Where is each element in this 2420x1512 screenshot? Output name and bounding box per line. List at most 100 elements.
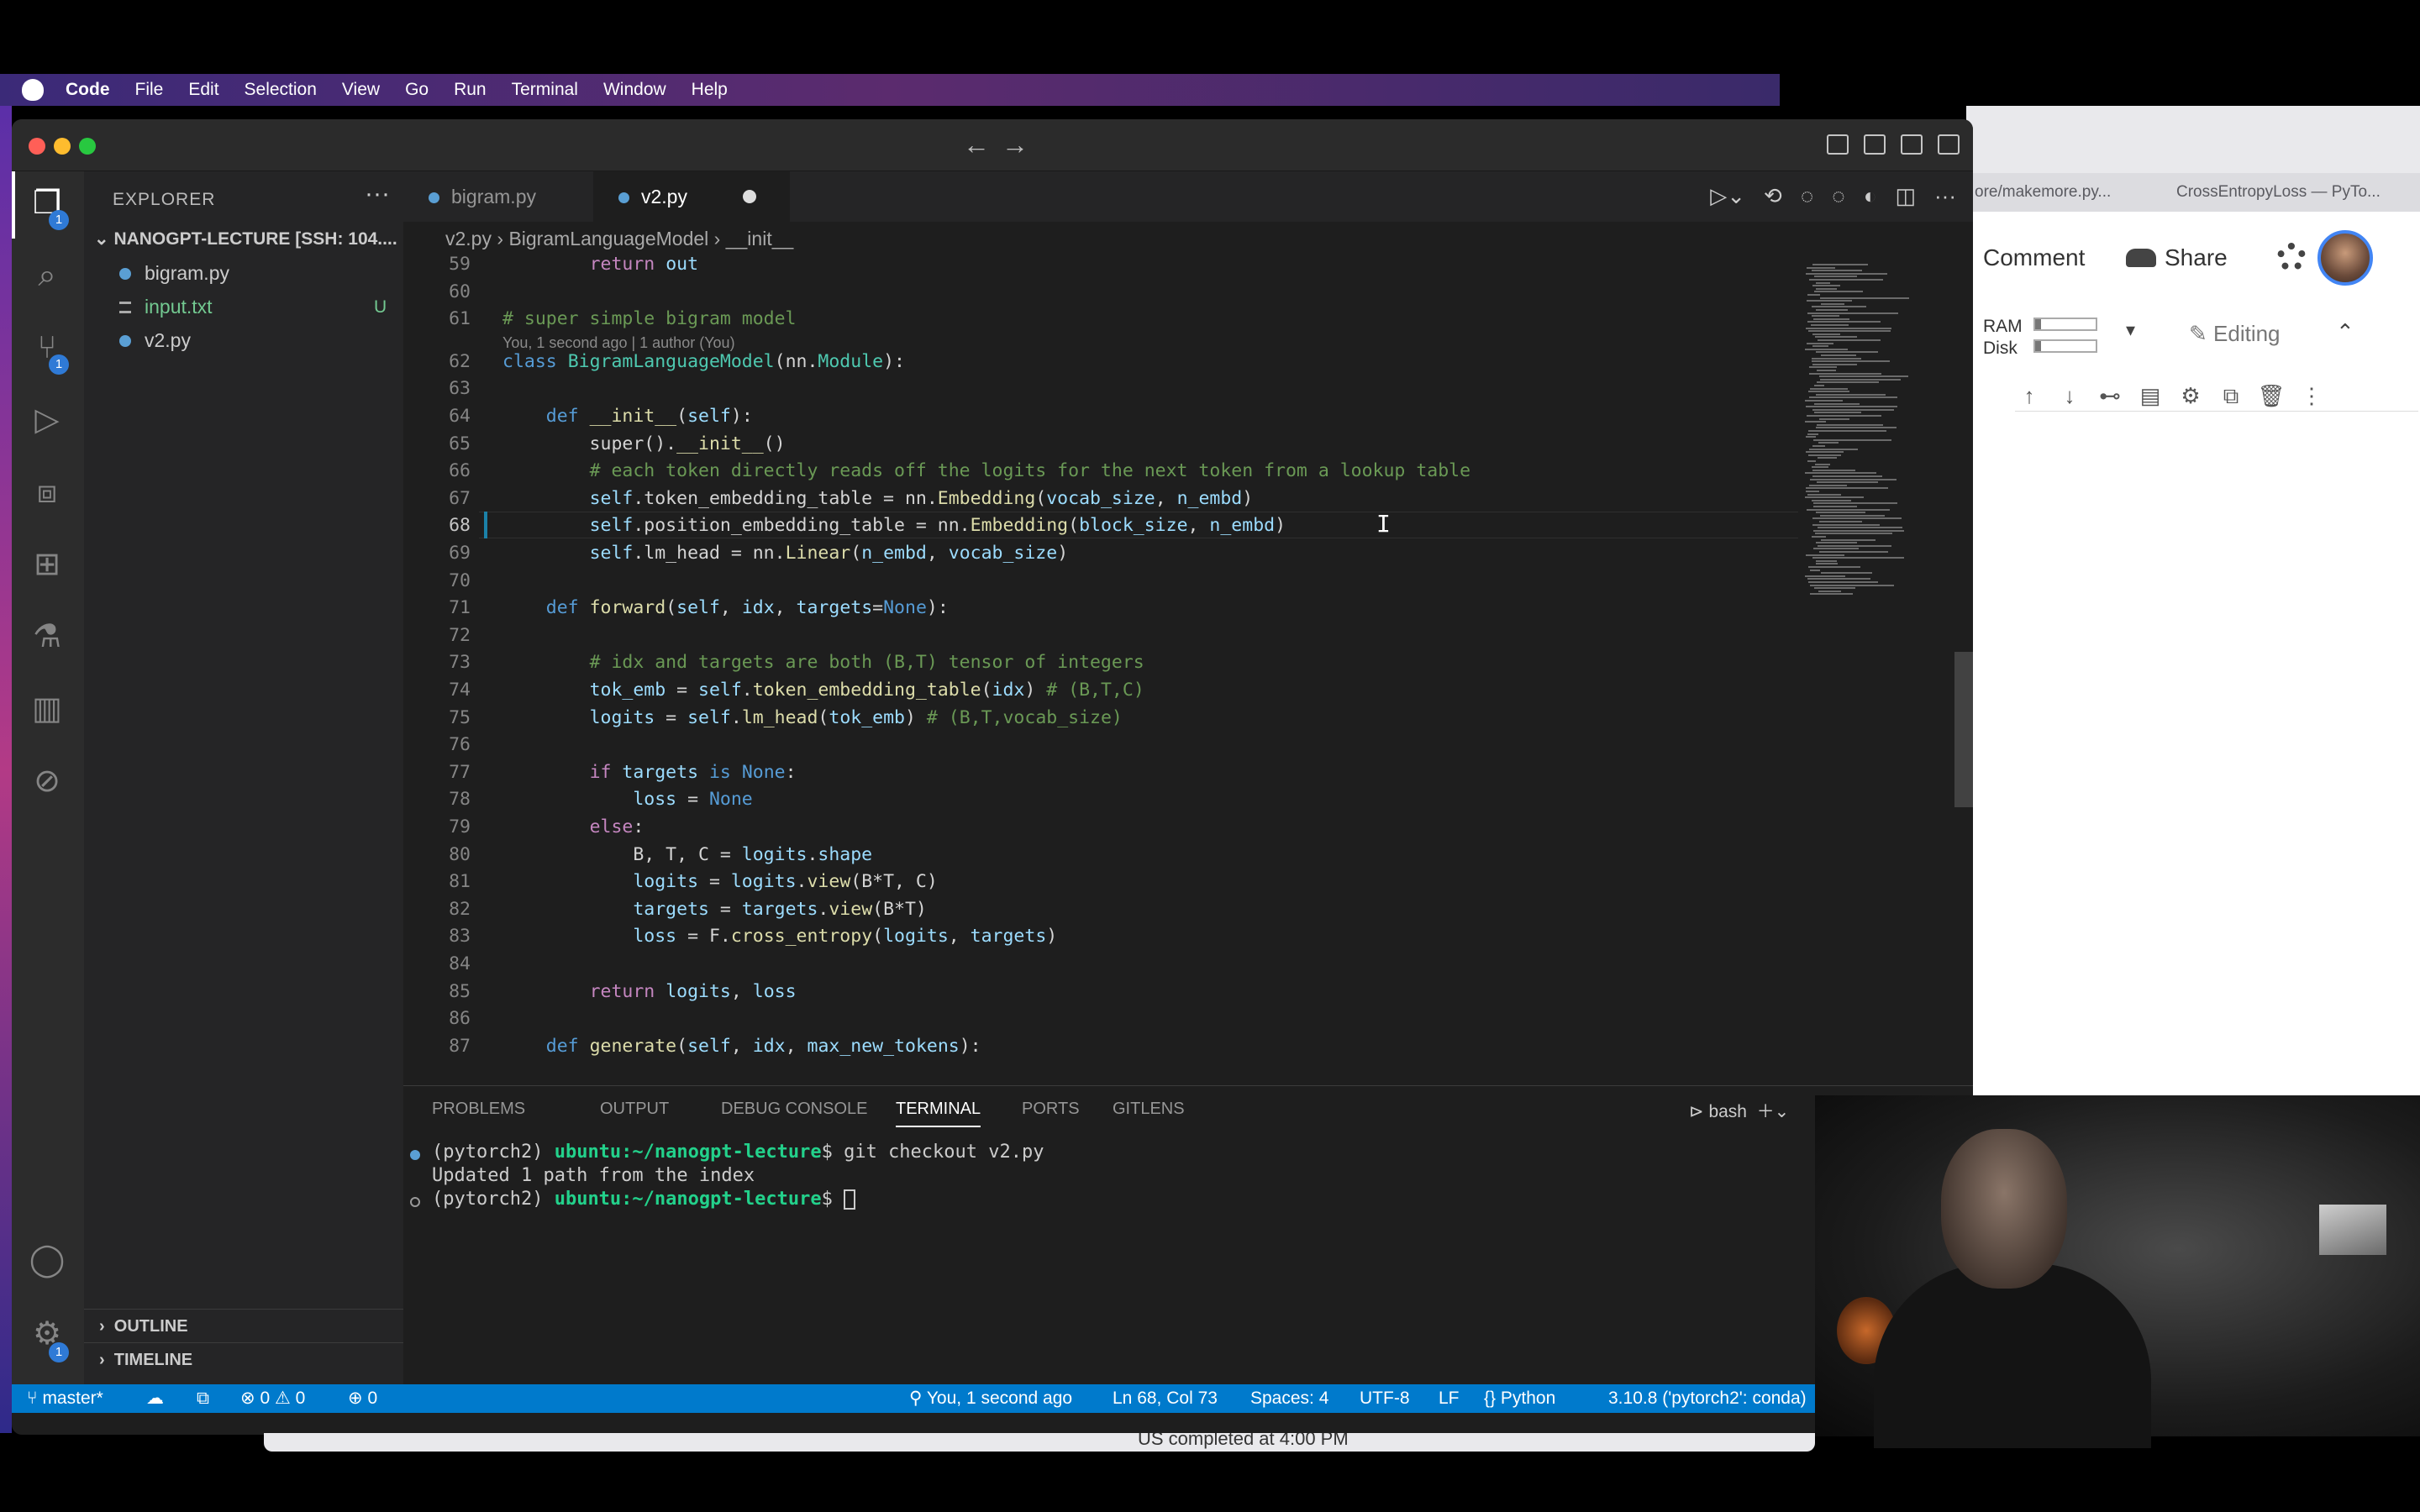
toggle-sidebar-icon[interactable] — [1827, 134, 1849, 155]
language-mode[interactable]: {} Python — [1484, 1384, 1555, 1413]
more-actions-icon[interactable]: ··· — [365, 180, 390, 208]
tab-problems[interactable]: PROBLEMS — [432, 1100, 525, 1119]
customize-layout-icon[interactable] — [1938, 134, 1960, 155]
code-line[interactable]: self.token_embedding_table = nn.Embeddin… — [502, 488, 1254, 509]
search-icon[interactable]: ⌕ — [27, 255, 67, 296]
git-branch[interactable]: ⑂ master* — [27, 1384, 103, 1413]
unsaved-dot-icon[interactable] — [743, 190, 756, 203]
tab-debug-console[interactable]: DEBUG CONSOLE — [721, 1100, 867, 1119]
code-line[interactable]: logits = self.lm_head(tok_emb) # (B,T,vo… — [502, 707, 1123, 728]
gitlens-icon[interactable]: ⊘ — [27, 761, 67, 801]
delete-icon[interactable]: 🗑 — [2257, 384, 2286, 407]
code-line[interactable]: self.position_embedding_table = nn.Embed… — [502, 515, 1286, 536]
settings-gear-icon[interactable] — [2277, 243, 2306, 271]
code-line[interactable]: self.lm_head = nn.Linear(n_embd, vocab_s… — [502, 543, 1069, 564]
account-icon[interactable]: ◯ — [27, 1240, 67, 1280]
file-bigram-py[interactable]: bigram.py — [119, 262, 229, 285]
zoom-window-icon[interactable] — [79, 138, 96, 155]
encoding[interactable]: UTF-8 — [1360, 1384, 1410, 1413]
tab-terminal[interactable]: TERMINAL — [896, 1100, 981, 1127]
git-blame[interactable]: ⚲ You, 1 second ago — [909, 1384, 1072, 1413]
ram-disk-indicator[interactable]: RAM Disk — [1983, 316, 2023, 360]
code-line[interactable]: return logits, loss — [502, 981, 797, 1002]
indentation[interactable]: Spaces: 4 — [1250, 1384, 1328, 1413]
run-debug-icon[interactable]: ▷ — [27, 400, 67, 440]
code-line[interactable]: super().__init__() — [502, 433, 786, 454]
gitlens-inspect-icon[interactable]: ◐ — [1864, 183, 1877, 209]
menu-window[interactable]: Window — [603, 80, 666, 100]
workspace-folder[interactable]: ⌄ NANOGPT-LECTURE [SSH: 104.... — [94, 228, 397, 249]
settings-icon[interactable]: ⚙ — [2176, 384, 2205, 407]
share-button[interactable]: Share — [2126, 244, 2228, 271]
new-terminal-icon[interactable]: ＋⌄ — [1747, 1102, 1790, 1121]
navigation-arrows-icon[interactable]: ←→ — [963, 129, 1040, 160]
minimize-window-icon[interactable] — [54, 138, 71, 155]
breadcrumb-file[interactable]: v2.py — [445, 228, 492, 249]
code-line[interactable]: return out — [502, 255, 698, 275]
breadcrumb-method[interactable]: __init__ — [726, 228, 794, 249]
menu-edit[interactable]: Edit — [188, 80, 218, 100]
code-line[interactable]: # each token directly reads off the logi… — [502, 460, 1470, 481]
file-v2-py[interactable]: v2.py — [119, 329, 191, 352]
code-line[interactable]: def forward(self, idx, targets=None): — [502, 597, 949, 618]
menu-run[interactable]: Run — [454, 80, 487, 100]
tab-output[interactable]: OUTPUT — [600, 1100, 669, 1119]
code-line[interactable]: # super simple bigram model — [502, 308, 797, 329]
timeline-section[interactable]: › TIMELINE — [84, 1342, 403, 1376]
split-editor-icon[interactable]: ◫ — [1895, 183, 1916, 209]
end-of-line[interactable]: LF — [1439, 1384, 1460, 1413]
menu-help[interactable]: Help — [692, 80, 728, 100]
file-input-txt[interactable]: input.txt — [119, 296, 213, 318]
breadcrumb-class[interactable]: BigramLanguageModel — [508, 228, 708, 249]
code-line[interactable]: def generate(self, idx, max_new_tokens): — [502, 1036, 981, 1057]
menu-app-code[interactable]: Code — [66, 80, 110, 100]
editor-scrollbar[interactable] — [1954, 652, 1973, 807]
remote-explorer-icon[interactable]: ⧈ — [27, 472, 67, 512]
problems-indicator[interactable]: ⊗ 0 ⚠ 0 — [240, 1384, 305, 1413]
ports-indicator[interactable]: ⊕ 0 — [348, 1384, 377, 1413]
run-python-icon[interactable]: ▷⌄ — [1710, 183, 1745, 209]
terminal-shell-selector[interactable]: ⊳ bash ＋⌄ — [1689, 1098, 1789, 1123]
sync-icon[interactable]: ☁ — [146, 1384, 164, 1413]
git-blame-codelens[interactable]: You, 1 second ago | 1 author (You) — [502, 334, 735, 352]
code-line[interactable]: logits = logits.view(B*T, C) — [502, 871, 937, 892]
code-line[interactable]: loss = F.cross_entropy(logits, targets) — [502, 926, 1057, 947]
more-icon[interactable]: ⋮ — [2297, 384, 2326, 407]
code-line[interactable]: targets = targets.view(B*T) — [502, 899, 927, 920]
tab-v2-py[interactable]: v2.py — [593, 171, 790, 222]
minimap[interactable] — [1798, 255, 1958, 1102]
code-line[interactable]: if targets is None: — [502, 762, 797, 783]
arrow-up-icon[interactable]: ↑ — [2015, 384, 2044, 407]
arrow-down-icon[interactable]: ↓ — [2055, 384, 2084, 407]
comment-icon[interactable]: ▤ — [2136, 384, 2165, 407]
mirror-cell-icon[interactable]: ⧉ — [2217, 384, 2245, 407]
menu-file[interactable]: File — [135, 80, 164, 100]
code-line[interactable]: tok_emb = self.token_embedding_table(idx… — [502, 680, 1144, 701]
link-icon[interactable]: ⊷ — [2096, 384, 2124, 407]
code-line[interactable]: # idx and targets are both (B,T) tensor … — [502, 652, 1144, 673]
extensions-icon[interactable]: ⊞ — [27, 544, 67, 585]
tab-gitlens[interactable]: GITLENS — [1113, 1100, 1185, 1119]
code-line[interactable]: loss = None — [502, 789, 752, 810]
toggle-panel-icon[interactable] — [1864, 134, 1886, 155]
code-line[interactable]: def __init__(self): — [502, 406, 753, 427]
outline-section[interactable]: › OUTLINE — [84, 1309, 403, 1342]
comment-button[interactable]: Comment — [1983, 244, 2085, 271]
tab-bigram-py[interactable]: bigram.py — [403, 171, 593, 222]
collapse-chevron-icon[interactable]: ⌃ — [2336, 319, 2354, 345]
cursor-position[interactable]: Ln 68, Col 73 — [1113, 1384, 1218, 1413]
previous-change-icon[interactable]: ◌ — [1801, 183, 1813, 209]
code-line[interactable]: class BigramLanguageModel(nn.Module): — [502, 351, 905, 372]
code-line[interactable]: B, T, C = logits.shape — [502, 844, 872, 865]
browser-tab-makemore[interactable]: ore/makemore.py... — [1975, 183, 2111, 202]
chevron-down-icon[interactable]: ▾ — [2126, 319, 2135, 341]
editing-button[interactable]: ✎ Editing — [2189, 321, 2281, 347]
jupyter-icon[interactable]: ▥ — [27, 689, 67, 729]
browser-tab-crossentropy[interactable]: CrossEntropyLoss — PyTo... — [2176, 183, 2381, 202]
avatar[interactable] — [2317, 230, 2373, 286]
apple-icon[interactable] — [22, 79, 44, 101]
menu-selection[interactable]: Selection — [245, 80, 317, 100]
close-window-icon[interactable] — [29, 138, 45, 155]
more-icon[interactable]: ··· — [1934, 183, 1956, 209]
open-changes-icon[interactable]: ⟲ — [1764, 183, 1782, 209]
